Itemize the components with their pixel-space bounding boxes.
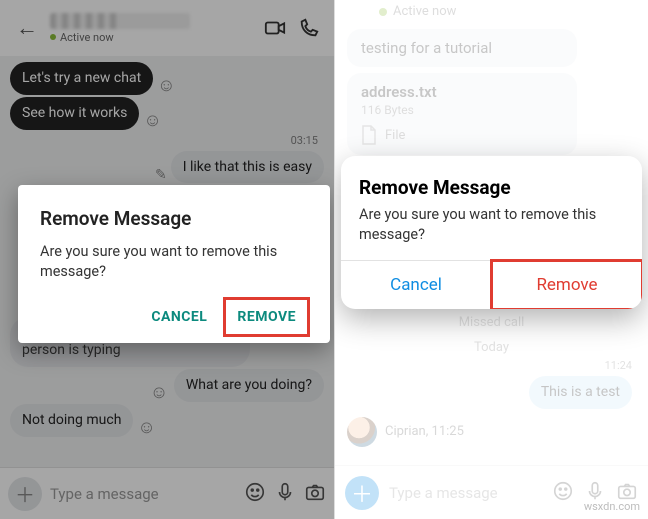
watermark: wsxdn.com (584, 500, 640, 513)
remove-button[interactable]: REMOVE (225, 299, 308, 335)
remove-message-dialog: Remove Message Are you sure you want to … (341, 156, 642, 309)
ios-screen: Active now testing for a tutorial addres… (334, 0, 648, 519)
cancel-button[interactable]: Cancel (341, 261, 492, 309)
dialog-body: Are you sure you want to remove this mes… (40, 242, 308, 281)
remove-button[interactable]: Remove (492, 261, 642, 309)
android-screen: ← Active now Let's try a new chat ☺ See … (0, 0, 334, 519)
cancel-button[interactable]: CANCEL (139, 299, 219, 335)
dialog-title: Remove Message (40, 207, 308, 230)
dialog-body: Are you sure you want to remove this mes… (359, 205, 624, 244)
dialog-title: Remove Message (359, 176, 624, 199)
remove-message-dialog: Remove Message Are you sure you want to … (18, 185, 330, 343)
